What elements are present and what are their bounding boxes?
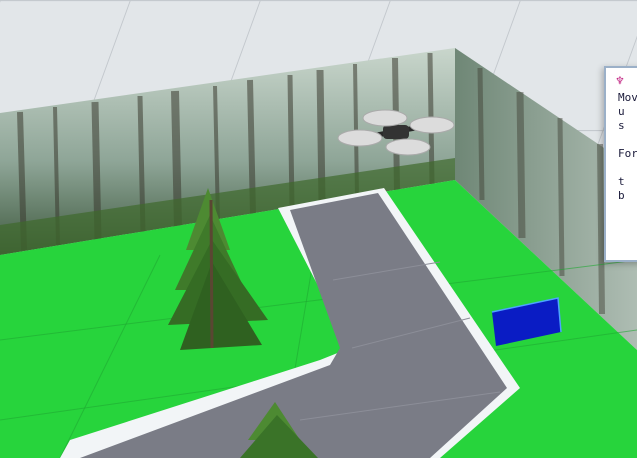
simulator-viewport[interactable]: ♆ Movi u s For t b [0, 0, 637, 458]
panel-spacer [618, 133, 637, 147]
panel-line: u [618, 105, 625, 118]
info-panel[interactable]: ♆ Movi u s For t b [604, 66, 637, 262]
panel-line: t [618, 175, 625, 188]
panel-line: b [618, 189, 625, 202]
panel-line: Movi [618, 91, 637, 104]
panel-spacer [618, 161, 637, 175]
app-logo-icon: ♆ [616, 74, 624, 89]
panel-line: s [618, 119, 625, 132]
3d-scene[interactable] [0, 0, 637, 458]
panel-line: For [618, 147, 637, 160]
